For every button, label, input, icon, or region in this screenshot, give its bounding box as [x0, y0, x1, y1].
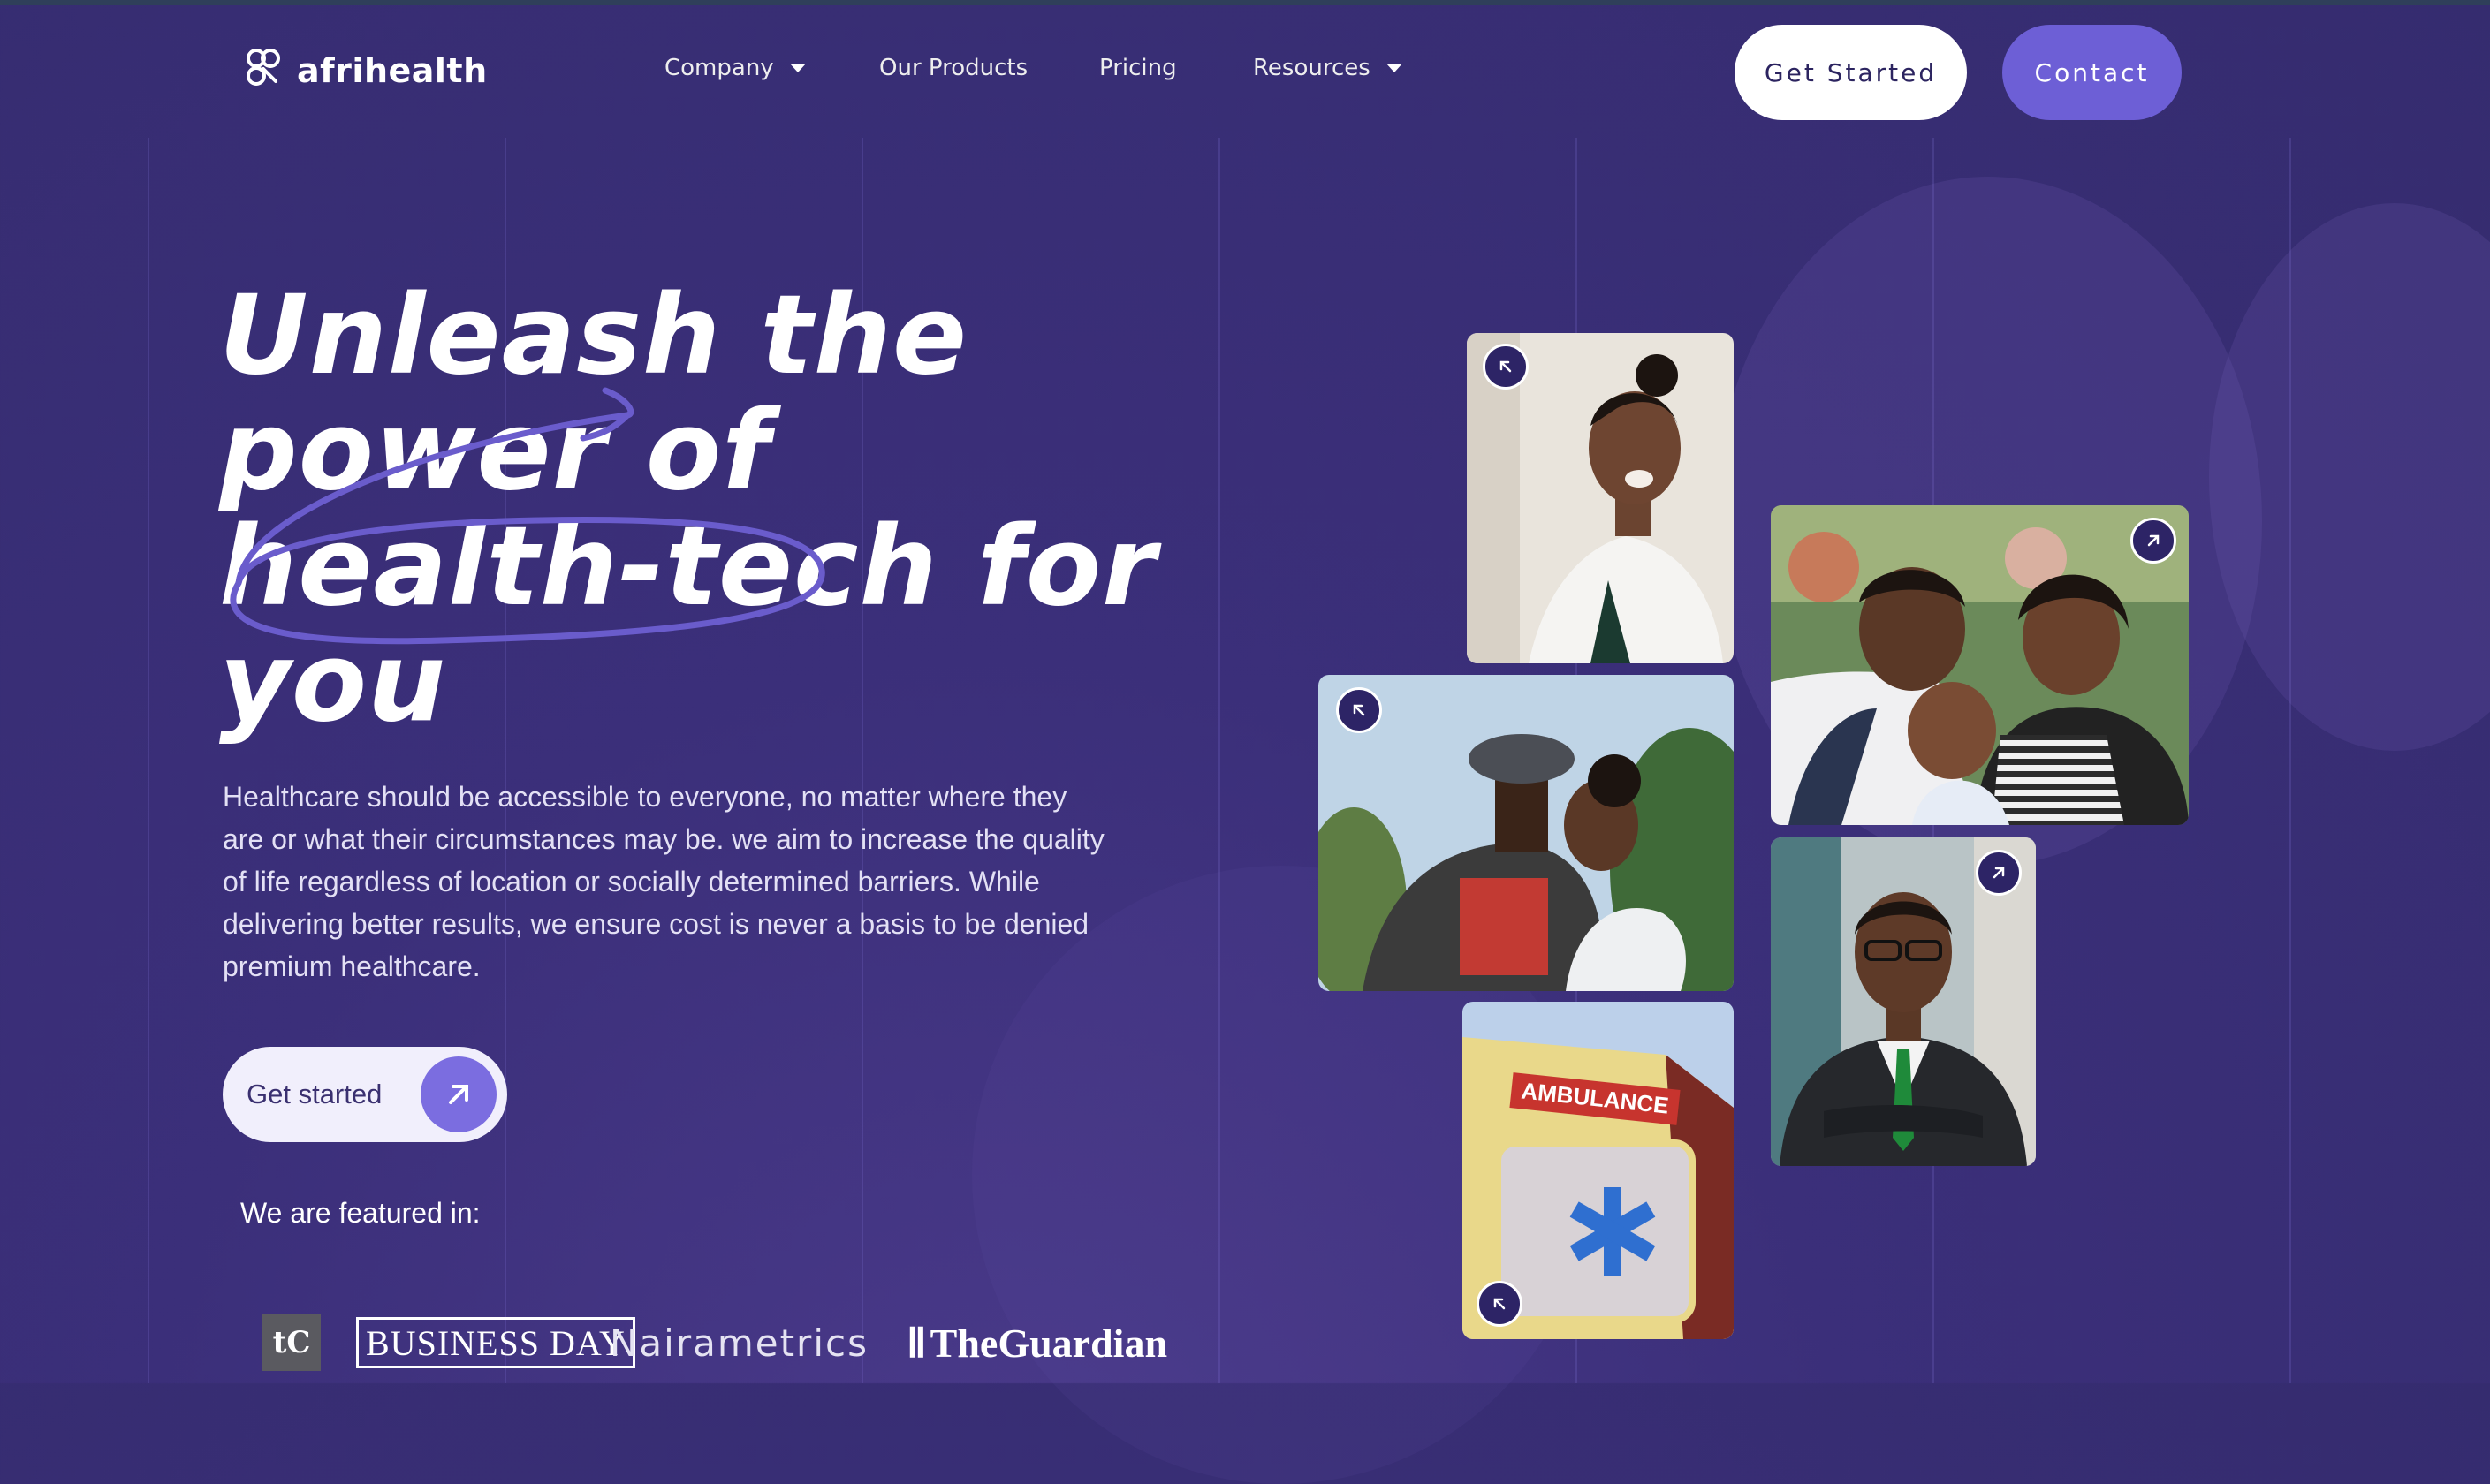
- scribble-arrow-decoration: [230, 387, 825, 645]
- photo-couple[interactable]: [1318, 675, 1734, 991]
- businessday-logo: BUSINESS DAY: [356, 1317, 635, 1368]
- nav-company[interactable]: Company: [664, 55, 806, 81]
- nav-resources[interactable]: Resources: [1253, 55, 1402, 81]
- hero-line: Unleash the: [219, 272, 968, 399]
- nav-pricing[interactable]: Pricing: [1099, 55, 1177, 81]
- arrow-up-left-icon[interactable]: [1483, 344, 1529, 390]
- brand-name: afrihealth: [297, 51, 488, 90]
- nav-resources-label: Resources: [1253, 55, 1370, 81]
- nav-products-label: Our Products: [879, 55, 1029, 81]
- cta-label: Get started: [247, 1079, 383, 1109]
- arrow-up-right-icon[interactable]: [2130, 518, 2176, 564]
- press-logo-nairametrics[interactable]: Nairametrics: [610, 1314, 869, 1371]
- contact-button[interactable]: Contact: [2002, 25, 2182, 120]
- press-logo-businessday[interactable]: BUSINESS DAY: [356, 1314, 635, 1371]
- chevron-down-icon: [789, 64, 806, 72]
- grid-line: [1218, 138, 1220, 1383]
- grid-line: [2289, 138, 2291, 1383]
- nav-company-label: Company: [664, 55, 774, 81]
- press-logo-tc[interactable]: tC: [262, 1314, 323, 1371]
- nav-our-products[interactable]: Our Products: [879, 55, 1028, 81]
- photo-businessman[interactable]: [1771, 837, 2036, 1166]
- hero-get-started-button[interactable]: Get started: [223, 1047, 507, 1142]
- get-started-button[interactable]: Get Started: [1735, 25, 1967, 120]
- nairametrics-logo: Nairametrics: [610, 1321, 869, 1365]
- window-top-border: [0, 0, 2490, 5]
- chevron-down-icon: [1385, 64, 1402, 72]
- photo-ambulance[interactable]: AMBULANCE: [1462, 1002, 1734, 1339]
- guardian-crest-icon: Ⅱ: [907, 1321, 927, 1366]
- tc-logo: tC: [262, 1314, 321, 1371]
- nav-pricing-label: Pricing: [1099, 55, 1177, 81]
- press-logo-theguardian[interactable]: Ⅱ TheGuardian: [907, 1314, 1167, 1371]
- arrow-up-left-icon[interactable]: [1477, 1281, 1522, 1327]
- photo-doctor-woman[interactable]: [1467, 333, 1734, 663]
- arrow-up-right-icon[interactable]: [1976, 850, 2022, 896]
- afrihealth-logo-icon: [239, 44, 288, 97]
- photo-family[interactable]: [1771, 505, 2189, 825]
- background-blob: [2209, 203, 2490, 751]
- arrow-up-left-icon[interactable]: [1336, 687, 1382, 733]
- arrow-up-right-icon: [421, 1056, 497, 1132]
- guardian-logo: TheGuardian: [930, 1320, 1168, 1366]
- grid-line: [148, 138, 149, 1383]
- brand-logo[interactable]: afrihealth: [239, 44, 488, 97]
- hero-description: Healthcare should be accessible to every…: [223, 781, 1105, 982]
- featured-label: We are featured in:: [240, 1197, 481, 1229]
